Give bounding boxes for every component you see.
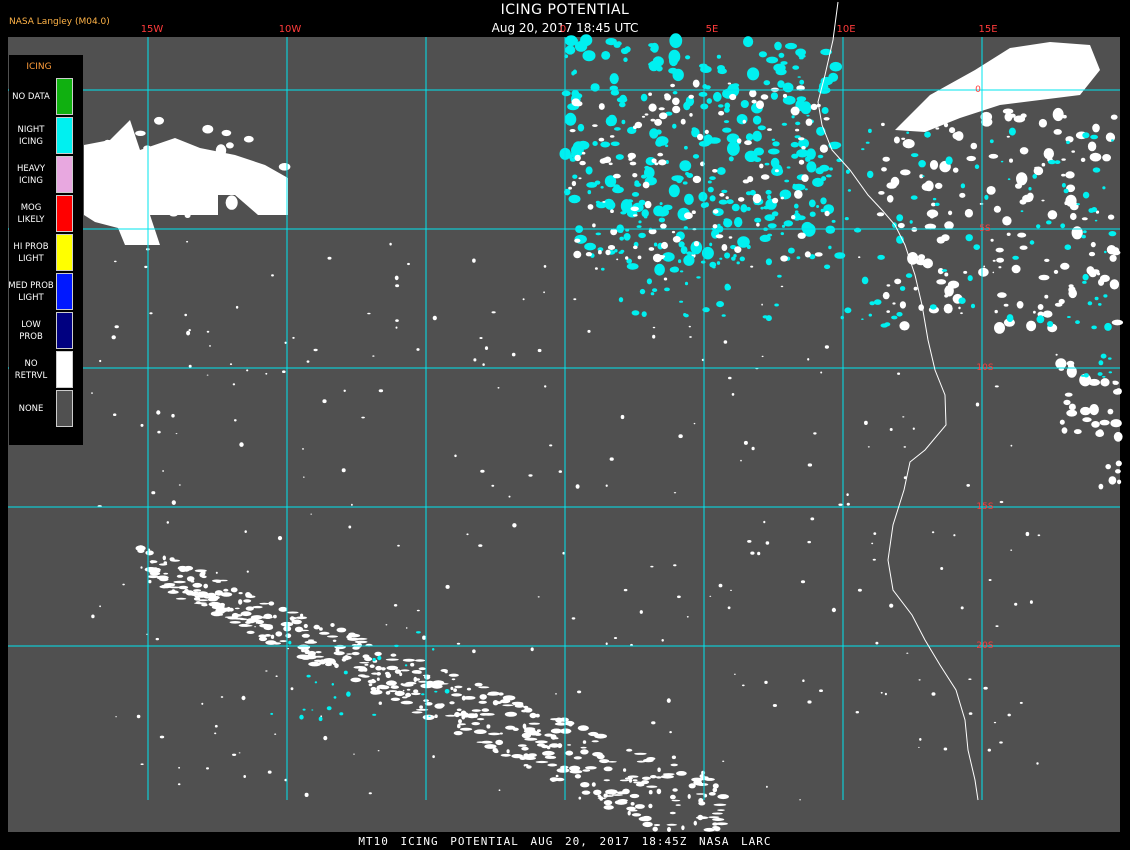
icing-legend: ICING NO DATA NIGHT ICING HEAVY ICING MOG L… <box>8 55 83 445</box>
lat-label-10s: 10S <box>976 363 994 373</box>
footer-caption: MT10 ICING POTENTIAL AUG 20, 2017 18:45Z… <box>358 835 772 848</box>
lon-label-15e: 15E <box>978 24 998 35</box>
lat-label-5s: 5S <box>979 224 991 234</box>
legend-label: NO DATA <box>12 91 50 102</box>
lon-label-0: 0 <box>559 24 567 35</box>
lat-label-0: 0 <box>975 85 981 95</box>
legend-label: NONE <box>18 403 44 414</box>
legend-label: NO RETRVL <box>14 358 48 381</box>
legend-title: ICING <box>26 62 52 72</box>
lon-label-10w: 10W <box>278 24 302 35</box>
lon-label-5e: 5E <box>705 24 719 35</box>
legend-label: NIGHT ICING <box>17 124 45 147</box>
lon-label-10e: 10E <box>836 24 856 35</box>
lon-label-15w: 15W <box>140 24 164 35</box>
legend-label: HI PROB LIGHT <box>13 241 49 264</box>
product-title: ICING POTENTIAL <box>500 2 630 18</box>
legend-label: HEAVY ICING <box>16 163 46 186</box>
icing-map <box>0 0 1130 850</box>
lat-label-20s: 20S <box>976 641 994 651</box>
legend-label: LOW PROB <box>19 319 43 342</box>
legend-label: MED PROB LIGHT <box>8 280 54 303</box>
legend-label: MOG LIKELY <box>17 202 45 225</box>
lat-label-15s: 15S <box>976 502 994 512</box>
